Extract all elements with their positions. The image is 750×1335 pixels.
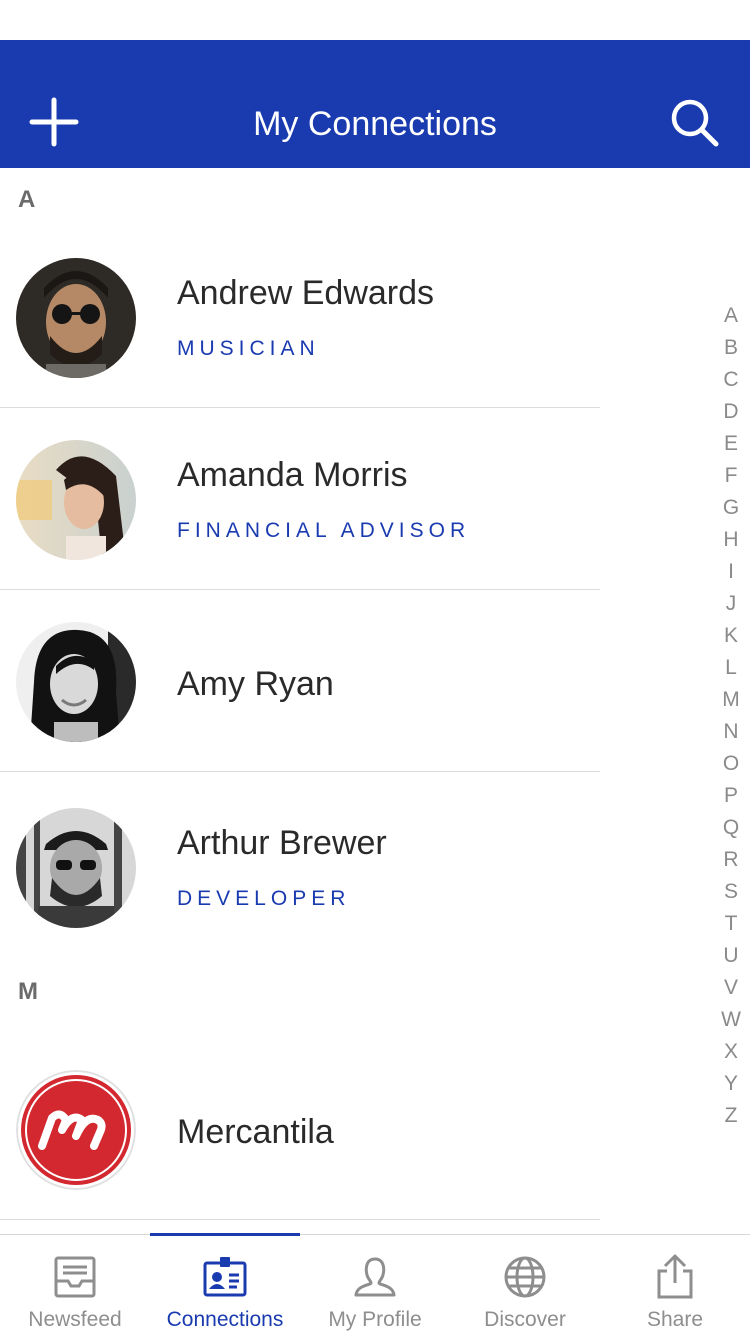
index-letter-a[interactable]: A — [724, 300, 738, 332]
index-letter-p[interactable]: P — [724, 780, 738, 812]
index-letter-c[interactable]: C — [723, 364, 738, 396]
index-letter-m[interactable]: M — [722, 684, 740, 716]
index-letter-h[interactable]: H — [723, 524, 738, 556]
index-letter-z[interactable]: Z — [725, 1100, 738, 1132]
contact-row[interactable]: Andrew Edwards MUSICIAN — [0, 226, 600, 408]
tab-label: My Profile — [328, 1308, 422, 1331]
contact-name: Andrew Edwards — [177, 274, 435, 312]
contact-role: FINANCIAL ADVISOR — [177, 519, 471, 542]
id-badge-icon — [201, 1253, 249, 1301]
search-icon — [664, 92, 724, 152]
avatar — [16, 258, 136, 378]
page-title: My Connections — [253, 105, 497, 143]
index-letter-l[interactable]: L — [725, 652, 737, 684]
avatar — [16, 440, 136, 560]
status-bar — [0, 0, 750, 40]
tab-connections[interactable]: Connections — [150, 1233, 300, 1335]
globe-icon — [501, 1253, 549, 1301]
share-icon — [651, 1253, 699, 1301]
section-header-m: M — [18, 978, 38, 1005]
avatar — [16, 1070, 136, 1190]
index-letter-x[interactable]: X — [724, 1036, 738, 1068]
contact-row[interactable]: Amy Ryan — [0, 590, 600, 772]
tab-my-profile[interactable]: My Profile — [300, 1235, 450, 1335]
contact-row[interactable]: Mercantila — [0, 1038, 600, 1220]
index-letter-o[interactable]: O — [723, 748, 739, 780]
app-header: My Connections — [0, 40, 750, 168]
tab-label: Discover — [484, 1308, 566, 1331]
index-letter-u[interactable]: U — [723, 940, 738, 972]
index-letter-r[interactable]: R — [723, 844, 738, 876]
tab-label: Connections — [166, 1308, 284, 1331]
contact-role: MUSICIAN — [177, 337, 320, 360]
person-icon — [351, 1253, 399, 1301]
tab-newsfeed[interactable]: Newsfeed — [0, 1235, 150, 1335]
index-letter-e[interactable]: E — [724, 428, 738, 460]
avatar — [16, 808, 136, 928]
search-button[interactable] — [664, 92, 724, 152]
index-letter-i[interactable]: I — [728, 556, 734, 588]
index-letter-s[interactable]: S — [724, 876, 738, 908]
index-letter-v[interactable]: V — [724, 972, 738, 1004]
index-letter-n[interactable]: N — [723, 716, 738, 748]
alphabet-index[interactable]: ABCDEFGHIJKLMNOPQRSTUVWXYZ — [712, 300, 750, 1132]
index-letter-w[interactable]: W — [721, 1004, 741, 1036]
tab-discover[interactable]: Discover — [450, 1235, 600, 1335]
contact-role: DEVELOPER — [177, 887, 351, 910]
contact-row[interactable]: Arthur Brewer DEVELOPER — [0, 772, 600, 954]
contact-row[interactable]: Amanda Morris FINANCIAL ADVISOR — [0, 408, 600, 590]
section-header-a: A — [18, 186, 36, 213]
index-letter-y[interactable]: Y — [724, 1068, 738, 1100]
tab-bar: Newsfeed Connections My Profile Discover… — [0, 1233, 750, 1335]
index-letter-f[interactable]: F — [725, 460, 738, 492]
index-letter-b[interactable]: B — [724, 332, 738, 364]
contact-name: Arthur Brewer — [177, 824, 387, 862]
contact-name: Mercantila — [177, 1113, 334, 1151]
tab-share[interactable]: Share — [600, 1235, 750, 1335]
index-letter-k[interactable]: K — [724, 620, 738, 652]
plus-icon — [24, 92, 84, 152]
index-letter-t[interactable]: T — [725, 908, 738, 940]
contact-name: Amanda Morris — [177, 456, 408, 494]
index-letter-j[interactable]: J — [726, 588, 737, 620]
add-connection-button[interactable] — [24, 92, 84, 152]
index-letter-q[interactable]: Q — [723, 812, 739, 844]
tab-label: Share — [646, 1308, 704, 1331]
avatar — [16, 622, 136, 742]
tab-label: Newsfeed — [28, 1308, 122, 1331]
index-letter-g[interactable]: G — [723, 492, 739, 524]
index-letter-d[interactable]: D — [723, 396, 738, 428]
inbox-icon — [51, 1253, 99, 1301]
contact-name: Amy Ryan — [177, 665, 334, 703]
